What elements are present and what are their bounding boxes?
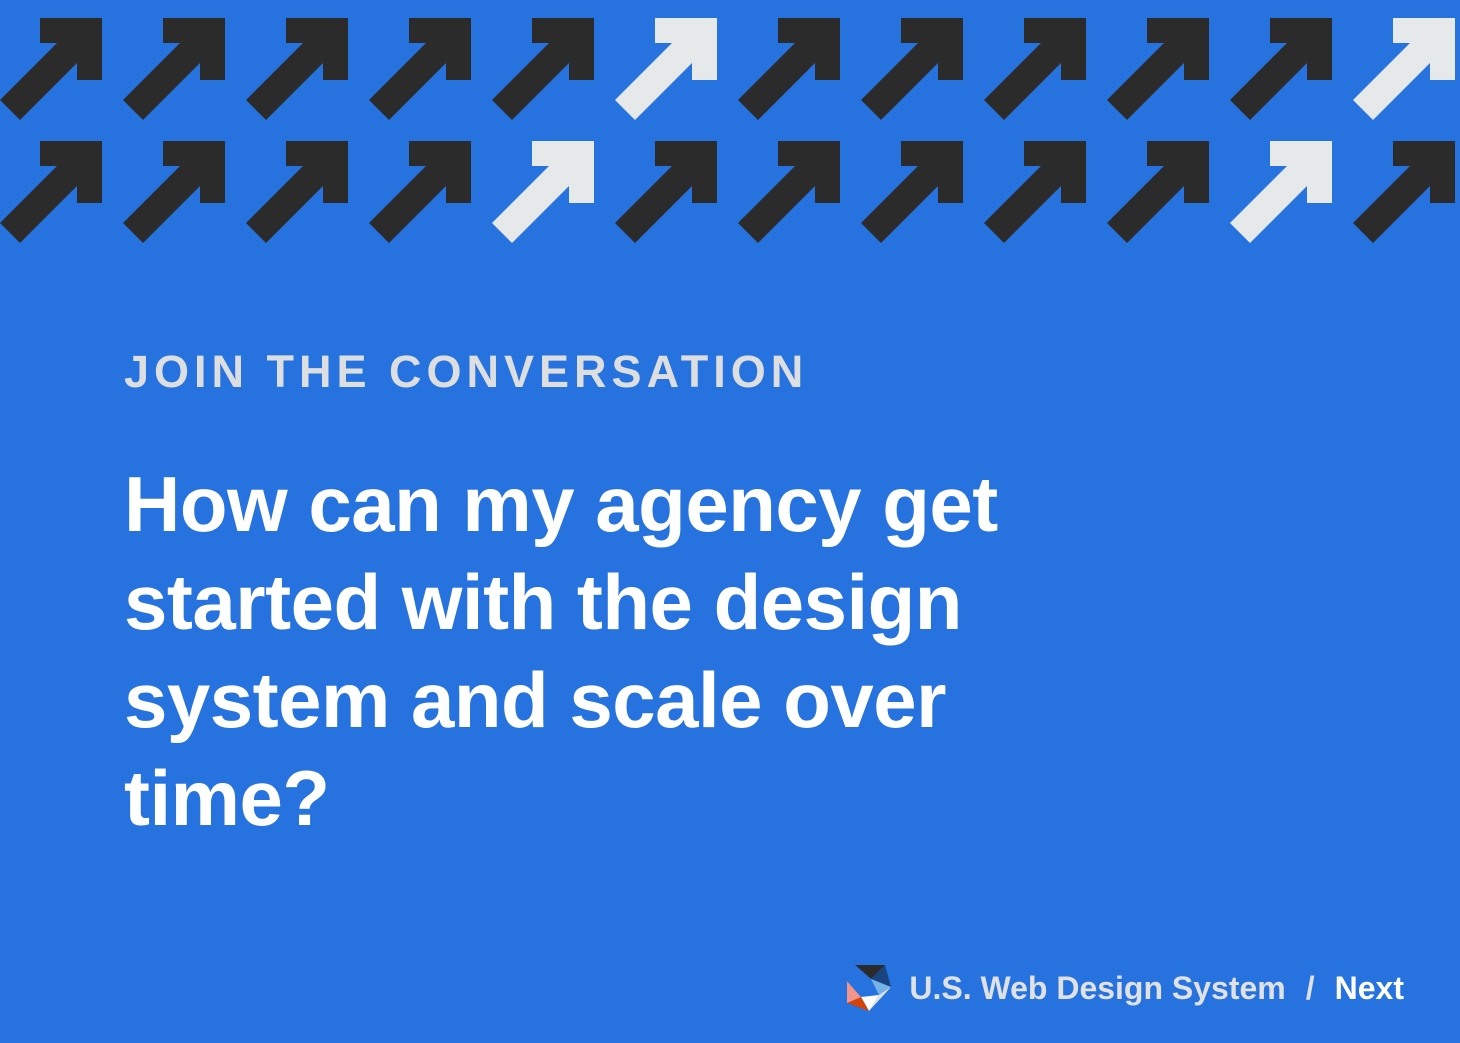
arrow-up-right-icon: [615, 18, 717, 120]
arrow-up-right-icon: [0, 18, 102, 120]
arrow-up-right-icon: [246, 141, 348, 243]
arrow-up-right-icon: [492, 141, 594, 243]
arrow-up-right-icon: [1107, 141, 1209, 243]
arrow-up-right-icon: [1353, 18, 1455, 120]
brand-name: U.S. Web Design System: [909, 969, 1286, 1006]
arrow-up-right-icon: [369, 141, 471, 243]
arrow-up-right-icon: [984, 141, 1086, 243]
arrow-up-right-icon: [861, 141, 963, 243]
arrow-up-right-icon: [123, 18, 225, 120]
arrow-up-right-icon: [0, 141, 102, 243]
arrow-up-right-icon: [1230, 18, 1332, 120]
arrow-up-right-icon: [123, 141, 225, 243]
breadcrumb-separator: /: [1305, 969, 1315, 1006]
arrow-up-right-icon: [1230, 141, 1332, 243]
arrow-pattern: [0, 18, 1455, 243]
arrow-up-right-icon: [369, 18, 471, 120]
arrow-up-right-icon: [984, 18, 1086, 120]
arrow-up-right-icon: [492, 18, 594, 120]
arrow-up-right-icon: [738, 18, 840, 120]
headline: How can my agency get started with the d…: [124, 460, 998, 842]
next-link[interactable]: Next: [1335, 970, 1404, 1007]
eyebrow-heading: JOIN THE CONVERSATION: [124, 346, 809, 397]
arrow-up-right-icon: [1353, 141, 1455, 243]
slide-footer: U.S. Web Design System / Next: [845, 962, 1404, 1014]
uswds-logo-icon: [847, 965, 892, 1011]
arrow-up-right-icon: [738, 141, 840, 243]
arrow-up-right-icon: [1107, 18, 1209, 120]
arrow-up-right-icon: [246, 18, 348, 120]
arrow-up-right-icon: [615, 141, 717, 243]
arrow-up-right-icon: [861, 18, 963, 120]
